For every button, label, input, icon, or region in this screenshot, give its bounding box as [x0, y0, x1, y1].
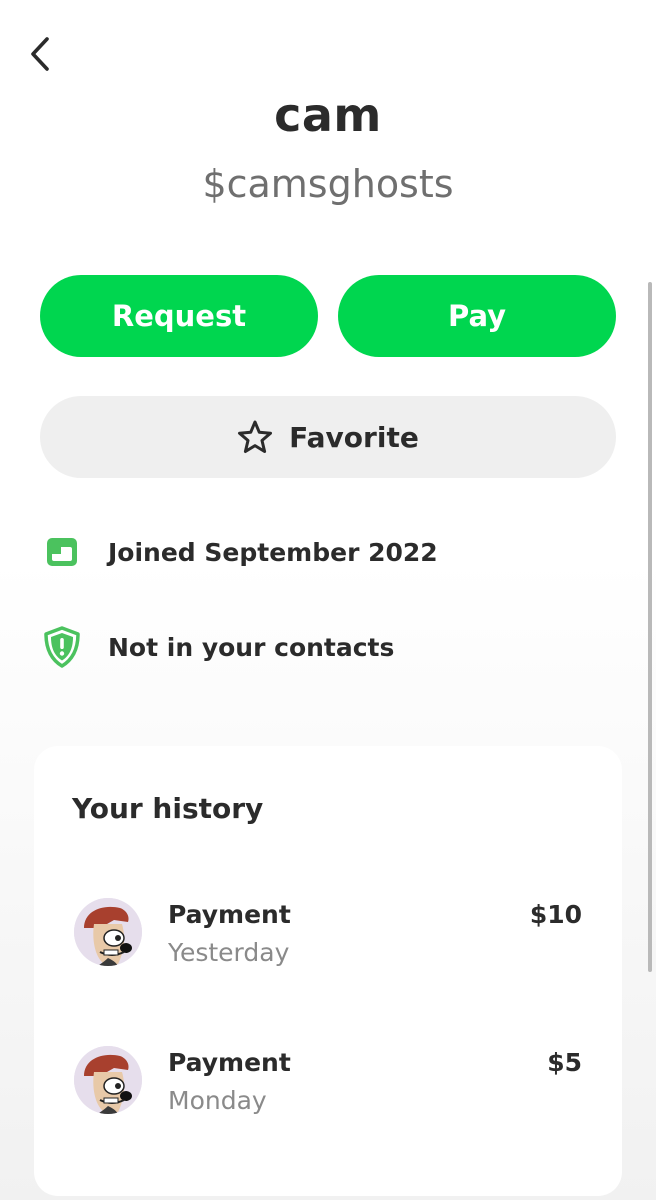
back-button[interactable] — [22, 34, 58, 74]
request-button[interactable]: Request — [40, 275, 318, 357]
joined-text: Joined September 2022 — [108, 537, 438, 567]
joined-row: Joined September 2022 — [40, 530, 438, 574]
history-item-date: Yesterday — [168, 938, 290, 967]
history-item-date: Monday — [168, 1086, 267, 1115]
star-icon — [237, 419, 273, 455]
history-card: Your history Payment Yesterday $10 Payme… — [34, 746, 622, 1196]
scrollbar[interactable] — [648, 282, 652, 972]
profile-cashtag: $camsghosts — [202, 162, 454, 206]
favorite-button[interactable]: Favorite — [40, 396, 616, 478]
calendar-icon — [40, 530, 84, 574]
pay-button-label: Pay — [447, 299, 507, 333]
avatar — [74, 898, 142, 966]
request-button-label: Request — [111, 299, 247, 333]
history-title: Your history — [72, 792, 264, 825]
history-item-amount: $5 — [547, 1048, 582, 1077]
chevron-left-icon — [31, 37, 49, 71]
contacts-row: Not in your contacts — [40, 625, 394, 669]
history-item[interactable]: Payment Yesterday $10 — [34, 896, 622, 976]
favorite-button-label: Favorite — [289, 420, 419, 454]
pay-button[interactable]: Pay — [338, 275, 616, 357]
profile-name: cam — [274, 88, 382, 142]
shield-alert-icon — [40, 625, 84, 669]
history-item[interactable]: Payment Monday $5 — [34, 1044, 622, 1124]
history-item-title: Payment — [168, 1048, 291, 1077]
avatar — [74, 1046, 142, 1114]
history-item-title: Payment — [168, 900, 291, 929]
contacts-text: Not in your contacts — [108, 632, 395, 662]
history-item-amount: $10 — [529, 900, 582, 929]
